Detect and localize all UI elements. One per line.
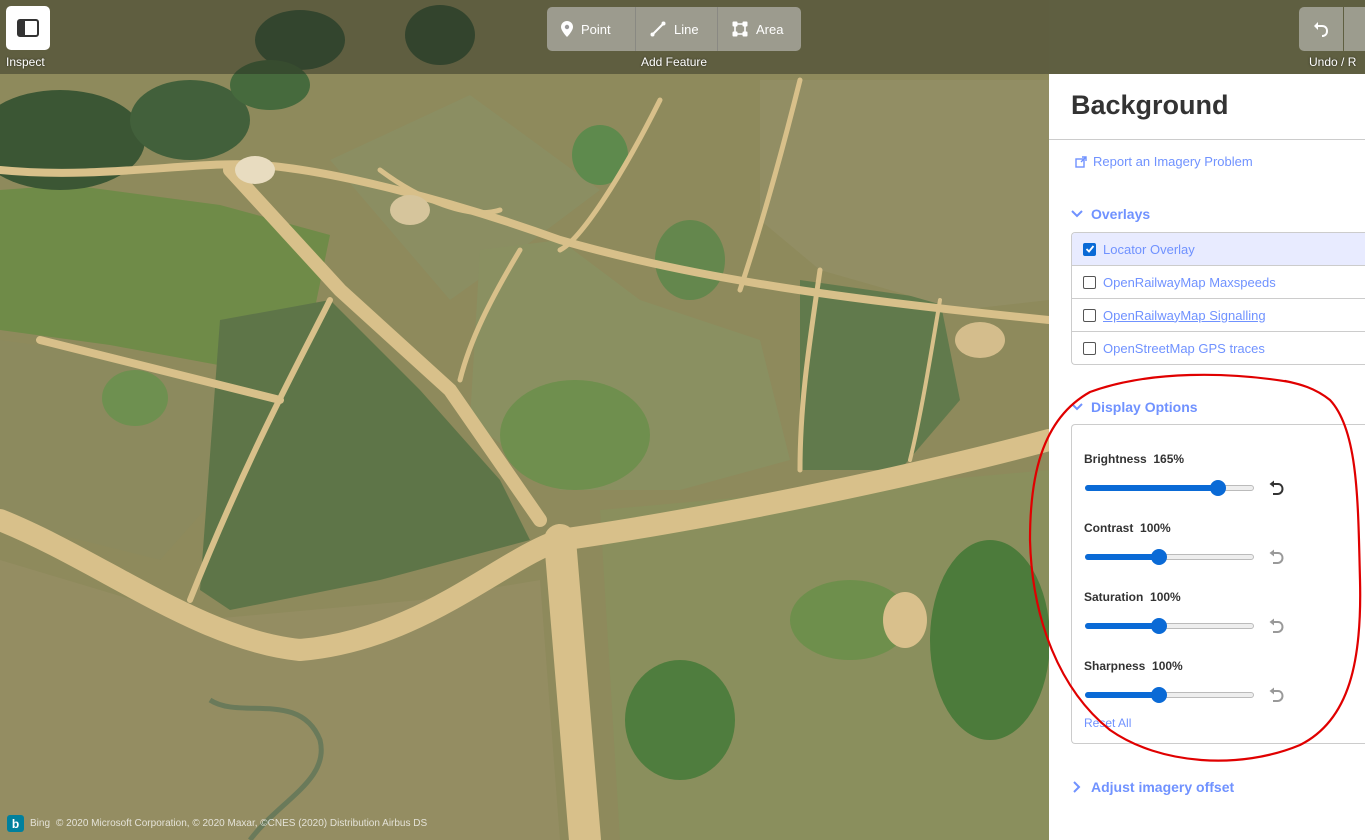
external-link-icon: [1075, 155, 1087, 168]
option-value: 100%: [1140, 521, 1171, 535]
line-label: Line: [674, 21, 699, 37]
overlay-checkbox[interactable]: [1083, 308, 1096, 322]
overlay-list: Locator Overlay OpenRailwayMap Maxspeeds…: [1071, 232, 1365, 365]
undo-redo-label: Undo / R: [1309, 55, 1357, 69]
line-mode-button[interactable]: Line: [636, 7, 718, 51]
contrast-label: Contrast 100%: [1084, 521, 1171, 535]
imagery-offset-section-toggle[interactable]: Adjust imagery offset: [1071, 779, 1234, 795]
brightness-slider[interactable]: [1085, 480, 1254, 496]
sharpness-reset-icon[interactable]: [1268, 687, 1284, 703]
option-value: 165%: [1153, 452, 1185, 466]
saturation-reset-icon[interactable]: [1268, 618, 1284, 634]
contrast-reset-icon[interactable]: [1268, 549, 1284, 565]
sharpness-label: Sharpness 100%: [1084, 659, 1183, 673]
display-options-section-toggle[interactable]: Display Options: [1071, 399, 1198, 415]
saturation-label: Saturation 100%: [1084, 590, 1181, 604]
slider-fill: [1085, 692, 1159, 698]
overlay-item-gps-traces[interactable]: OpenStreetMap GPS traces: [1072, 332, 1365, 364]
overlays-heading: Overlays: [1091, 206, 1151, 222]
inspect-button[interactable]: [6, 6, 50, 50]
overlay-item-railway-signalling[interactable]: OpenRailwayMap Signalling: [1072, 299, 1365, 332]
option-name: Contrast: [1084, 521, 1134, 535]
reset-all-link[interactable]: Reset All: [1084, 716, 1131, 730]
overlays-section-toggle[interactable]: Overlays: [1071, 206, 1150, 222]
inspect-label: Inspect: [6, 55, 45, 69]
overlay-label: Locator Overlay: [1103, 241, 1195, 257]
imagery-offset-heading: Adjust imagery offset: [1091, 779, 1235, 795]
option-value: 100%: [1152, 659, 1183, 673]
contrast-slider[interactable]: [1085, 549, 1254, 565]
overlay-item-locator[interactable]: Locator Overlay: [1072, 233, 1365, 266]
imagery-attribution: b Bing © 2020 Microsoft Corporation, © 2…: [7, 815, 427, 832]
area-label: Area: [756, 21, 784, 37]
overlay-label: OpenRailwayMap Maxspeeds: [1103, 274, 1276, 290]
bing-logo-icon: b: [7, 815, 24, 832]
overlay-checkbox[interactable]: [1083, 275, 1096, 289]
panel-divider: [1049, 139, 1365, 140]
area-mode-button[interactable]: Area: [718, 7, 801, 51]
option-name: Brightness: [1084, 452, 1147, 466]
panel-title: Background: [1071, 90, 1229, 120]
slider-fill: [1085, 623, 1159, 629]
chevron-right-icon: [1073, 781, 1081, 793]
map-imagery[interactable]: [0, 0, 1049, 840]
overlay-label: OpenStreetMap GPS traces: [1103, 340, 1265, 356]
checkmark-icon: [1085, 245, 1094, 253]
overlay-checkbox[interactable]: [1083, 341, 1096, 355]
point-mode-button[interactable]: Point: [547, 7, 636, 51]
saturation-slider[interactable]: [1085, 618, 1254, 634]
point-label: Point: [581, 21, 611, 37]
undo-icon: [1314, 22, 1329, 37]
provider-name: Bing: [30, 818, 51, 829]
overlay-item-railway-maxspeeds[interactable]: OpenRailwayMap Maxspeeds: [1072, 266, 1365, 299]
display-options-heading: Display Options: [1091, 399, 1198, 415]
add-feature-group: Point Line Area: [547, 7, 801, 51]
top-toolbar: Inspect Point Line Area Add Feature Undo…: [0, 0, 1365, 74]
line-icon: [650, 21, 666, 37]
add-feature-label: Add Feature: [641, 55, 708, 69]
slider-fill: [1085, 485, 1218, 491]
slider-fill: [1085, 554, 1159, 560]
brightness-reset-icon[interactable]: [1268, 480, 1284, 496]
slider-thumb[interactable]: [1151, 618, 1167, 634]
option-name: Sharpness: [1084, 659, 1146, 673]
sidebar-toggle-icon: [17, 19, 39, 37]
overlay-label: OpenRailwayMap Signalling: [1103, 307, 1266, 323]
background-panel: Background Report an Imagery Problem Ove…: [1049, 74, 1365, 840]
slider-thumb[interactable]: [1151, 687, 1167, 703]
report-imagery-link[interactable]: Report an Imagery Problem: [1075, 154, 1253, 169]
map-pin-icon: [561, 21, 573, 37]
display-options-box: Brightness 165% Contrast 100% Saturation…: [1071, 424, 1365, 744]
sharpness-slider[interactable]: [1085, 687, 1254, 703]
attribution-text: © 2020 Microsoft Corporation, © 2020 Max…: [56, 818, 428, 829]
brightness-label: Brightness 165%: [1084, 452, 1184, 466]
chevron-down-icon: [1071, 210, 1083, 218]
option-name: Saturation: [1084, 590, 1144, 604]
slider-thumb[interactable]: [1151, 549, 1167, 565]
satellite-image: [0, 0, 1049, 840]
slider-thumb[interactable]: [1210, 480, 1226, 496]
option-value: 100%: [1150, 590, 1181, 604]
redo-button[interactable]: [1344, 7, 1365, 51]
area-icon: [732, 21, 748, 37]
overlay-checkbox[interactable]: [1083, 242, 1096, 256]
chevron-down-icon: [1071, 403, 1083, 411]
undo-button[interactable]: [1299, 7, 1343, 51]
report-imagery-label: Report an Imagery Problem: [1093, 154, 1253, 169]
